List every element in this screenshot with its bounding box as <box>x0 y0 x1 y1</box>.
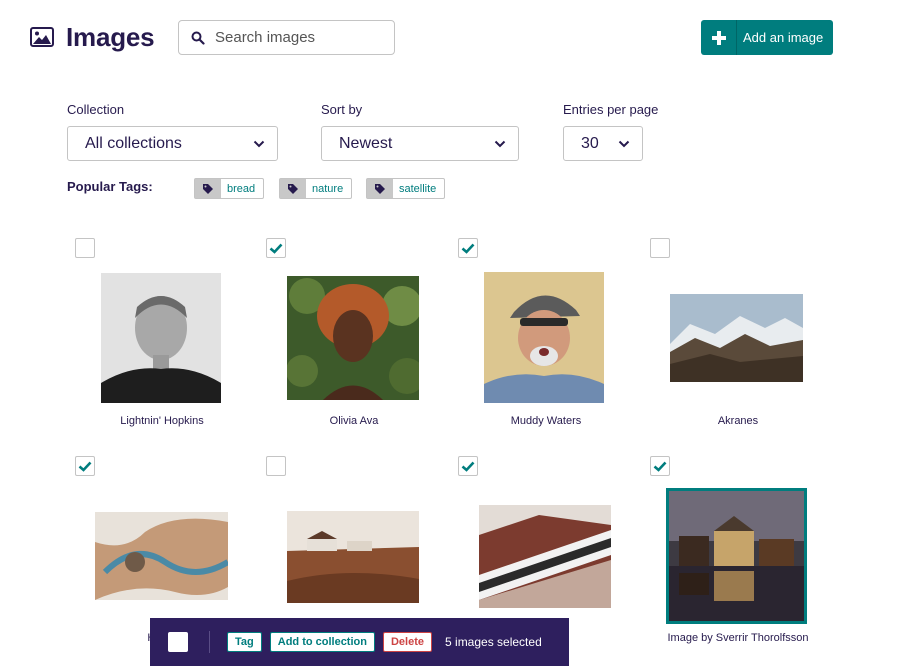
tag-bread[interactable]: bread <box>194 178 265 199</box>
tag-nature[interactable]: nature <box>279 178 353 199</box>
tag-satellite[interactable]: satellite <box>366 178 446 199</box>
checkmark-icon <box>269 243 283 254</box>
tag-label: bread <box>227 182 256 195</box>
image-thumbnail[interactable] <box>101 273 221 403</box>
tag-icon <box>375 183 385 194</box>
image-caption: Olivia Ava <box>329 415 379 427</box>
sort-select[interactable]: Newest <box>321 126 519 161</box>
add-image-label: Add an image <box>743 30 824 45</box>
checkmark-icon <box>461 243 475 254</box>
add-to-collection-button[interactable]: Add to collection <box>269 632 375 652</box>
plus-box <box>701 20 737 55</box>
checkmark-icon <box>461 461 475 472</box>
entries-value: 30 <box>581 134 599 152</box>
entries-label: Entries per page <box>563 102 659 117</box>
entries-select[interactable]: 30 <box>563 126 643 161</box>
popular-tags-label: Popular Tags: <box>67 179 153 194</box>
image-thumbnail[interactable] <box>670 294 803 382</box>
chevron-down-icon <box>253 140 265 148</box>
tag-label: satellite <box>399 182 437 195</box>
collection-value: All collections <box>85 134 182 152</box>
tag-label: nature <box>312 182 344 195</box>
image-checkbox[interactable] <box>266 456 286 476</box>
image-thumbnail[interactable] <box>287 276 419 400</box>
image-checkbox[interactable] <box>650 456 670 476</box>
tag-icon <box>288 183 298 194</box>
tag-icon <box>203 183 213 194</box>
image-thumbnail[interactable] <box>95 512 228 600</box>
sort-label: Sort by <box>321 102 363 117</box>
chevron-down-icon <box>618 140 630 148</box>
image-caption: Muddy Waters <box>510 415 582 427</box>
image-checkbox[interactable] <box>458 238 478 258</box>
checkmark-icon <box>653 461 667 472</box>
image-caption: Image by Sverrir Thorolfsson <box>667 632 809 644</box>
collection-select[interactable]: All collections <box>67 126 278 161</box>
image-caption: Akranes <box>717 415 759 427</box>
checkmark-icon <box>78 461 92 472</box>
plus-icon <box>711 30 726 45</box>
sort-value: Newest <box>339 134 393 152</box>
image-checkbox[interactable] <box>75 456 95 476</box>
image-checkbox[interactable] <box>266 238 286 258</box>
search-icon <box>191 31 205 45</box>
image-thumbnail[interactable] <box>666 488 807 624</box>
collection-label: Collection <box>67 102 125 117</box>
delete-button[interactable]: Delete <box>382 632 433 652</box>
divider <box>209 631 210 653</box>
search-input[interactable] <box>215 29 375 46</box>
image-caption: Lightnin' Hopkins <box>120 415 204 427</box>
image-thumbnail[interactable] <box>479 505 611 608</box>
image-icon <box>30 27 54 47</box>
tag-button[interactable]: Tag <box>227 632 262 652</box>
image-checkbox[interactable] <box>458 456 478 476</box>
selection-status: 5 images selected <box>445 635 542 649</box>
search-box[interactable] <box>178 20 395 55</box>
page-title: Images <box>66 22 155 52</box>
image-thumbnail[interactable] <box>484 272 604 403</box>
select-all-checkbox[interactable] <box>168 632 188 652</box>
add-image-button[interactable]: Add an image <box>701 20 833 55</box>
chevron-down-icon <box>494 140 506 148</box>
image-checkbox[interactable] <box>75 238 95 258</box>
image-checkbox[interactable] <box>650 238 670 258</box>
bulk-action-bar: Tag Add to collection Delete 5 images se… <box>150 618 569 666</box>
image-thumbnail[interactable] <box>287 511 419 603</box>
